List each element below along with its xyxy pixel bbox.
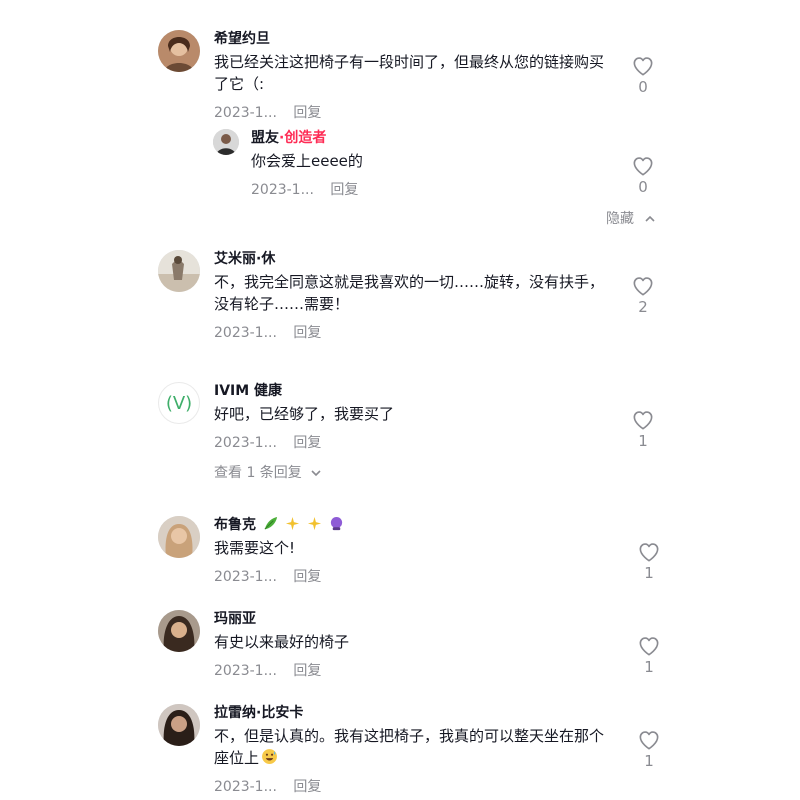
view-replies-label: 查看 1 条回复	[214, 465, 302, 481]
like-count: 1	[638, 432, 648, 450]
comment-text: 不，我完全同意这就是我喜欢的一切……旋转，没有扶手，没有轮子……需要！	[214, 273, 605, 313]
comment-username[interactable]: 拉雷纳·比安卡	[214, 704, 614, 722]
comment-text: 好吧，已经够了，我要买了	[214, 405, 395, 423]
comment-date: 2023-1...	[214, 779, 277, 795]
heart-icon	[632, 156, 654, 176]
comment-username[interactable]: 玛丽亚	[214, 610, 614, 628]
like-button[interactable]: 1	[634, 730, 664, 770]
like-count: 1	[644, 564, 654, 582]
avatar[interactable]	[158, 704, 200, 746]
sparkles-emoji-icon	[285, 516, 299, 531]
heart-icon	[638, 636, 660, 656]
reply-button[interactable]: 回复	[293, 325, 321, 341]
comment-date: 2023-1...	[214, 325, 277, 341]
crystal-ball-emoji-icon	[330, 516, 342, 531]
hide-replies-button[interactable]: 隐藏	[606, 208, 656, 228]
like-button[interactable]: 1	[628, 410, 658, 450]
like-count: 2	[638, 298, 648, 316]
like-button[interactable]: 1	[634, 542, 664, 582]
comment-date: 2023-1...	[214, 435, 277, 451]
avatar[interactable]	[158, 250, 200, 292]
heart-icon	[632, 276, 654, 296]
like-count: 0	[638, 78, 648, 96]
heart-icon	[632, 56, 654, 76]
like-button[interactable]: 0	[628, 56, 658, 96]
comment-text: 不，但是认真的。我有这把椅子，我真的可以整天坐在那个座位上	[214, 725, 614, 769]
heart-icon	[632, 410, 654, 430]
avatar[interactable]: (V)	[158, 382, 200, 424]
chevron-down-icon	[311, 470, 321, 477]
comment-username[interactable]: 希望约旦	[214, 30, 614, 48]
chevron-up-icon	[645, 215, 656, 222]
like-button[interactable]: 1	[634, 636, 664, 676]
heart-icon	[638, 730, 660, 750]
reply-button[interactable]: 回复	[293, 435, 321, 451]
comment-username[interactable]: 艾米丽·休	[214, 250, 614, 268]
reply-username[interactable]: 盟友	[251, 130, 279, 146]
comment-text: 有史以来最好的椅子	[214, 633, 350, 651]
comment-username[interactable]: 布鲁克	[214, 517, 256, 533]
reply-button[interactable]: 回复	[293, 779, 321, 795]
like-button[interactable]: 0	[628, 156, 658, 196]
comment-date: 2023-1...	[214, 663, 277, 679]
reply-button[interactable]: 回复	[293, 663, 321, 679]
like-count: 1	[644, 658, 654, 676]
comment-date: 2023-1...	[214, 105, 277, 121]
heart-icon	[638, 542, 660, 562]
sparkles-emoji-icon	[307, 516, 321, 531]
reply-button[interactable]: 回复	[330, 182, 358, 198]
reply-text: 你会爱上eeee的	[251, 152, 363, 170]
leaf-emoji-icon	[264, 516, 277, 530]
reply-date: 2023-1...	[251, 182, 314, 198]
avatar-logo-text: (V)	[165, 392, 193, 414]
avatar[interactable]	[158, 30, 200, 72]
comment-text: 我需要这个!	[214, 539, 296, 557]
creator-badge: ·创造者	[279, 130, 327, 146]
like-count: 0	[638, 178, 648, 196]
reply-button[interactable]: 回复	[293, 105, 321, 121]
like-count: 1	[644, 752, 654, 770]
avatar[interactable]	[158, 516, 200, 558]
view-replies-button[interactable]: 查看 1 条回复	[214, 462, 614, 482]
comment-username[interactable]: IVIM 健康	[214, 382, 614, 400]
avatar[interactable]	[213, 129, 239, 155]
reply-button[interactable]: 回复	[293, 569, 321, 585]
hide-replies-label: 隐藏	[606, 211, 634, 227]
comment-date: 2023-1...	[214, 569, 277, 585]
comment-text: 我已经关注这把椅子有一段时间了，但最终从您的链接购买了它（:	[214, 53, 605, 93]
avatar[interactable]	[158, 610, 200, 652]
like-button[interactable]: 2	[628, 276, 658, 316]
grinning-sweat-emoji-icon	[262, 749, 277, 764]
